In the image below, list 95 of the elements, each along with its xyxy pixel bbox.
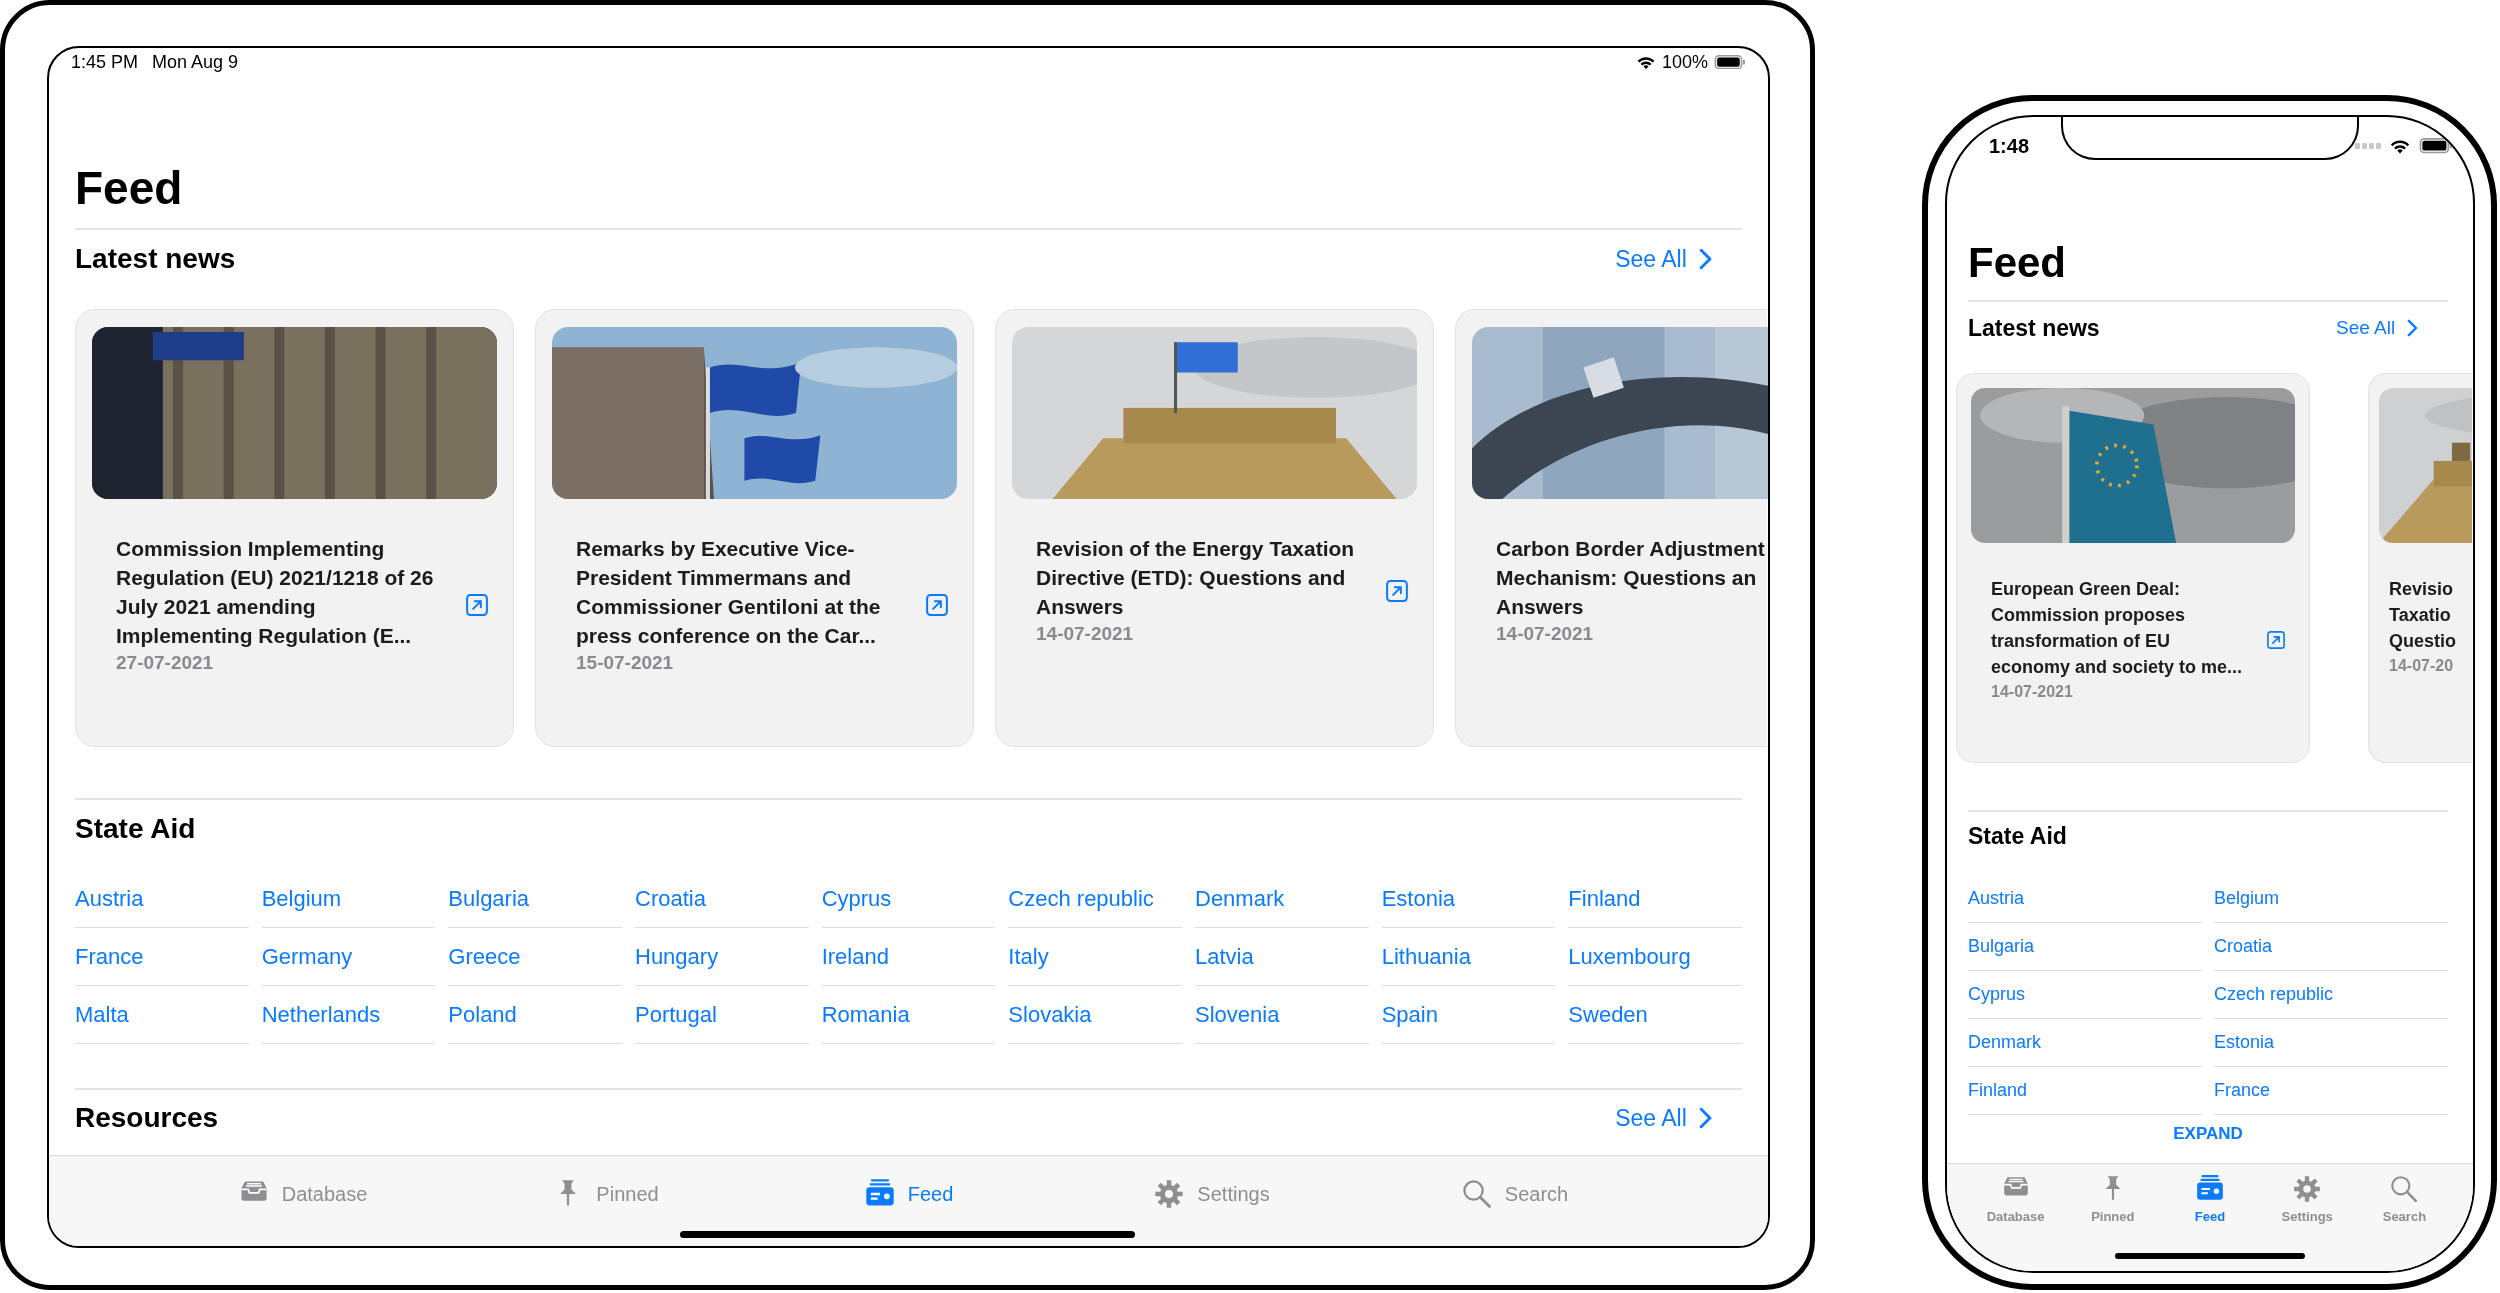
country-link[interactable]: Estonia	[2214, 1029, 2275, 1056]
country-link[interactable]: Bulgaria	[448, 882, 530, 915]
country-link[interactable]: Cyprus	[1968, 981, 2025, 1008]
tab-item[interactable]: Settings	[2258, 1174, 2356, 1232]
country-link[interactable]: Bulgaria	[1968, 933, 2035, 960]
country-link[interactable]: Netherlands	[261, 998, 381, 1031]
battery-icon	[1714, 54, 1746, 70]
country-link[interactable]: Ireland	[821, 940, 889, 973]
country-link[interactable]: Slovenia	[1195, 998, 1280, 1031]
country-link[interactable]: Germany	[261, 940, 353, 973]
search-icon	[1460, 1178, 1493, 1210]
wifi-icon	[1635, 54, 1656, 70]
news-card[interactable]: Revisio Taxatio Questio 14-07-20	[2368, 373, 2472, 763]
battery-percent: 100%	[1661, 50, 1708, 74]
card-date: 27-07-2021	[116, 651, 214, 675]
settings-icon	[2292, 1174, 2323, 1204]
expand-button[interactable]: EXPAND	[2173, 1121, 2243, 1147]
country-link[interactable]: Belgium	[2214, 885, 2280, 912]
country-link[interactable]: Luxembourg	[1568, 940, 1691, 973]
card-title: Commission Implementing Regulation (EU) 2021/1218 of 26 July 2021 amending Implementing Regulation (E...	[116, 536, 435, 649]
card-title: Revision of the Energy Taxation Directive (ETD): Questions and Answers	[1036, 536, 1356, 620]
country-link[interactable]: Latvia	[1195, 940, 1254, 973]
tab-item[interactable]: Settings	[1060, 1177, 1363, 1211]
country-link[interactable]: Sweden	[1568, 998, 1648, 1031]
section-heading: Latest news	[1968, 313, 2100, 343]
country-link[interactable]: Croatia	[2214, 933, 2273, 960]
country-link[interactable]: Spain	[1381, 998, 1438, 1031]
country-link[interactable]: Portugal	[635, 998, 717, 1031]
page-title: Feed	[75, 161, 183, 216]
tab-item[interactable]: Database	[1967, 1174, 2065, 1232]
country-link[interactable]: France	[75, 940, 144, 973]
status-time: 1:48	[1989, 134, 2030, 159]
country-link[interactable]: Belgium	[261, 882, 342, 915]
see-all-link[interactable]: See All	[2336, 313, 2418, 343]
country-link[interactable]: Italy	[1008, 940, 1049, 973]
country-link[interactable]: Denmark	[1195, 882, 1285, 915]
country-link[interactable]: Lithuania	[1381, 940, 1471, 973]
country-link[interactable]: Croatia	[635, 882, 706, 915]
see-all-link[interactable]: See All	[1615, 241, 1712, 277]
country-link[interactable]: Greece	[448, 940, 521, 973]
status-date: Mon Aug 9	[152, 50, 239, 74]
country-link[interactable]: Austria	[75, 882, 144, 915]
card-title: Remarks by Executive Vice-President Timmermans and Commissioner Gentiloni at the press conference on the Car...	[576, 536, 882, 649]
news-card[interactable]: Commission Implementing Regulation (EU) 2021/1218 of 26 July 2021 amending Implementing Regulation (E... 27-07-2021	[75, 309, 514, 747]
search-icon	[2389, 1174, 2420, 1204]
chevron-right-icon	[1698, 1107, 1712, 1129]
card-date: 14-07-2021	[1496, 622, 1594, 646]
section-heading: Resources	[75, 1101, 219, 1135]
country-link[interactable]: France	[2214, 1077, 2271, 1104]
country-link[interactable]: Malta	[75, 998, 129, 1031]
signal-icon	[2355, 143, 2381, 149]
card-title: Revisio Taxatio Questio	[2389, 578, 2456, 653]
tab-item[interactable]: Pinned	[454, 1177, 757, 1211]
country-link[interactable]: Romania	[821, 998, 910, 1031]
news-card[interactable]: Remarks by Executive Vice-President Timmermans and Commissioner Gentiloni at the press conference on the Car... 15-07-2021	[535, 309, 974, 747]
tab-item[interactable]: Search	[2355, 1174, 2453, 1232]
tab-item[interactable]: Feed	[757, 1177, 1060, 1211]
tab-item[interactable]: Pinned	[2064, 1174, 2162, 1232]
country-link[interactable]: Finland	[1968, 1077, 2028, 1104]
section-heading: Latest news	[75, 242, 236, 276]
page-title: Feed	[1968, 238, 2067, 288]
news-card[interactable]: Revision of the Energy Taxation Directive (ETD): Questions and Answers 14-07-2021	[995, 309, 1434, 747]
card-date: 14-07-2021	[1036, 622, 1134, 646]
country-link[interactable]: Slovakia	[1008, 998, 1092, 1031]
country-link[interactable]: Czech republic	[2214, 981, 2334, 1008]
news-card[interactable]: Carbon Border Adjustment Mechanism: Questions an Answers 14-07-2021	[1455, 309, 1767, 747]
country-link[interactable]: Poland	[448, 998, 517, 1031]
country-link[interactable]: Austria	[1968, 885, 2025, 912]
country-link[interactable]: Denmark	[1968, 1029, 2042, 1056]
tab-item[interactable]: Search	[1363, 1177, 1666, 1211]
external-link-icon	[466, 594, 488, 616]
section-heading: State Aid	[75, 812, 196, 846]
country-link[interactable]: Cyprus	[821, 882, 892, 915]
see-all-link[interactable]: See All	[1615, 1100, 1712, 1136]
country-link[interactable]: Czech republic	[1008, 882, 1154, 915]
tab-item[interactable]: Feed	[2161, 1174, 2259, 1232]
country-link[interactable]: Estonia	[1381, 882, 1456, 915]
card-title: European Green Deal: Commission proposes transformation of EU economy and society to me...	[1991, 578, 2244, 679]
tab-item[interactable]: Database	[151, 1177, 454, 1211]
card-date: 15-07-2021	[576, 651, 674, 675]
card-title: Carbon Border Adjustment Mechanism: Questions an Answers	[1496, 536, 1765, 620]
section-heading: State Aid	[1968, 822, 2067, 851]
external-link-icon	[926, 594, 948, 616]
news-card[interactable]: European Green Deal: Commission proposes transformation of EU economy and society to me... 14-07-2021	[1956, 373, 2310, 763]
country-link[interactable]: Hungary	[635, 940, 719, 973]
card-date: 14-07-20	[2389, 656, 2454, 676]
battery-icon	[2419, 138, 2453, 154]
chevron-right-icon	[1698, 248, 1712, 270]
settings-icon	[1153, 1178, 1186, 1210]
external-link-icon	[1386, 579, 1408, 602]
country-link[interactable]: Finland	[1568, 882, 1641, 915]
chevron-right-icon	[2407, 319, 2418, 337]
card-date: 14-07-2021	[1991, 682, 2073, 702]
external-link-icon	[2267, 631, 2285, 649]
status-time: 1:45 PM	[71, 50, 139, 74]
